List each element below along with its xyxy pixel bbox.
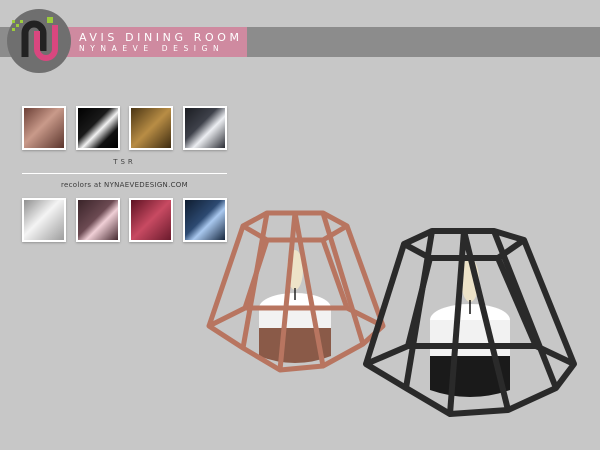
- brand-subtitle: NYNAEVE DESIGN: [79, 44, 225, 53]
- black-candle-holder: [363, 228, 577, 417]
- swatch-dusty-rose[interactable]: [76, 198, 120, 242]
- swatch-silver[interactable]: [22, 198, 66, 242]
- swatch-copper[interactable]: [22, 106, 66, 150]
- tsr-label: TSR: [113, 158, 136, 166]
- page-title: AVIS DINING ROOM: [79, 31, 243, 44]
- swatch-black[interactable]: [76, 106, 120, 150]
- nd-logo-icon: [7, 9, 71, 73]
- swatch-gunmetal[interactable]: [183, 106, 227, 150]
- title-panel: AVIS DINING ROOM NYNAEVE DESIGN: [57, 27, 247, 57]
- swatch-raspberry[interactable]: [129, 198, 173, 242]
- swatch-gold[interactable]: [129, 106, 173, 150]
- divider: [22, 173, 227, 174]
- recolors-label: recolors at NYNAEVEDESIGN.COM: [61, 181, 188, 189]
